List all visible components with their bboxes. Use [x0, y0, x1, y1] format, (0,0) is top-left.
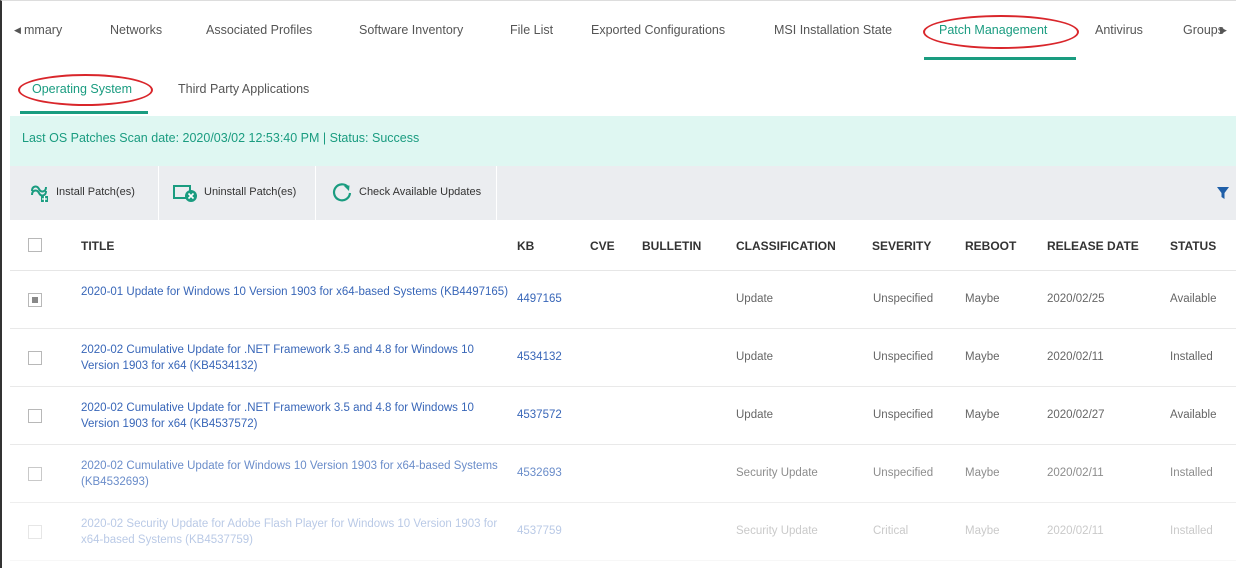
patches-table: TITLE KB CVE BULLETIN CLASSIFICATION SEV…	[10, 220, 1236, 561]
tab-antivirus[interactable]: Antivirus	[1095, 23, 1143, 37]
classification-value: Security Update	[736, 525, 818, 537]
column-reboot[interactable]: REBOOT	[965, 239, 1016, 253]
patch-title-link[interactable]: 2020-01 Update for Windows 10 Version 19…	[81, 284, 511, 300]
tab-associated-profiles[interactable]: Associated Profiles	[206, 23, 312, 37]
table-row[interactable]: 2020-02 Cumulative Update for .NET Frame…	[10, 329, 1236, 387]
severity-value: Unspecified	[873, 467, 934, 479]
patch-toolbar: Install Patch(es) Uninstall Patch(es) Ch…	[10, 166, 1236, 220]
table-row[interactable]: 2020-02 Cumulative Update for .NET Frame…	[10, 387, 1236, 445]
table-header: TITLE KB CVE BULLETIN CLASSIFICATION SEV…	[10, 220, 1236, 271]
row-checkbox[interactable]	[28, 351, 42, 365]
kb-link[interactable]: 4537572	[517, 409, 562, 421]
check-available-updates-label: Check Available Updates	[359, 186, 482, 198]
toolbar-divider	[496, 166, 497, 220]
release-date-value: 2020/02/11	[1047, 351, 1104, 363]
patch-title-link[interactable]: 2020-02 Security Update for Adobe Flash …	[81, 516, 511, 548]
table-row[interactable]: 2020-01 Update for Windows 10 Version 19…	[10, 271, 1236, 329]
release-date-value: 2020/02/27	[1047, 409, 1105, 421]
scan-status-banner: Last OS Patches Scan date: 2020/03/02 12…	[10, 116, 1236, 166]
classification-value: Update	[736, 293, 774, 305]
release-date-value: 2020/02/25	[1047, 293, 1105, 305]
tab-summary[interactable]: mmary	[24, 23, 62, 37]
release-date-value: 2020/02/11	[1047, 525, 1104, 537]
install-patches-label: Install Patch(es)	[56, 186, 135, 198]
severity-value: Critical	[873, 525, 909, 537]
select-all-checkbox[interactable]	[28, 238, 42, 252]
column-severity[interactable]: SEVERITY	[872, 239, 931, 253]
tab-exported-configurations[interactable]: Exported Configurations	[591, 23, 725, 37]
release-date-value: 2020/02/11	[1047, 467, 1104, 479]
highlight-circle-patch-management	[923, 15, 1079, 49]
filter-icon[interactable]	[1216, 186, 1230, 200]
reboot-value: Maybe	[965, 293, 1000, 305]
kb-link[interactable]: 4497165	[517, 293, 562, 305]
active-subtab-indicator	[20, 111, 148, 114]
active-tab-indicator	[924, 57, 1076, 60]
tab-networks[interactable]: Networks	[110, 23, 162, 37]
column-cve[interactable]: CVE	[590, 239, 615, 253]
tab-software-inventory[interactable]: Software Inventory	[359, 23, 463, 37]
status-value: Installed	[1170, 467, 1213, 479]
uninstall-patch-icon	[173, 185, 197, 202]
column-bulletin[interactable]: BULLETIN	[642, 239, 701, 253]
column-status[interactable]: STATUS	[1170, 239, 1216, 253]
device-details-panel: ◀ mmary Networks Associated Profiles Sof…	[0, 0, 1236, 568]
scroll-right-icon[interactable]: ▶	[1220, 25, 1230, 39]
classification-value: Security Update	[736, 467, 818, 479]
status-value: Installed	[1170, 351, 1213, 363]
column-release-date[interactable]: RELEASE DATE	[1047, 239, 1139, 253]
reboot-value: Maybe	[965, 351, 1000, 363]
subtab-third-party-applications[interactable]: Third Party Applications	[178, 82, 309, 96]
top-tab-bar: ◀ mmary Networks Associated Profiles Sof…	[4, 1, 1236, 61]
table-row[interactable]: 2020-02 Security Update for Adobe Flash …	[10, 503, 1236, 561]
row-checkbox[interactable]	[28, 293, 42, 307]
uninstall-patches-button[interactable]: Uninstall Patch(es)	[172, 181, 296, 203]
toolbar-divider	[158, 166, 159, 220]
install-patch-icon	[31, 185, 48, 202]
row-checkbox[interactable]	[28, 525, 42, 539]
install-patches-button[interactable]: Install Patch(es)	[28, 181, 135, 203]
tab-groups[interactable]: Groups	[1183, 23, 1224, 37]
severity-value: Unspecified	[873, 351, 934, 363]
row-checkbox[interactable]	[28, 467, 42, 481]
patch-title-link[interactable]: 2020-02 Cumulative Update for .NET Frame…	[81, 342, 511, 374]
column-kb[interactable]: KB	[517, 239, 534, 253]
column-classification[interactable]: CLASSIFICATION	[736, 239, 836, 253]
severity-value: Unspecified	[873, 293, 934, 305]
classification-value: Update	[736, 409, 774, 421]
reboot-value: Maybe	[965, 525, 1000, 537]
column-title[interactable]: TITLE	[81, 239, 114, 253]
tab-msi-installation-state[interactable]: MSI Installation State	[774, 23, 892, 37]
highlight-circle-operating-system	[18, 74, 153, 106]
tab-file-list[interactable]: File List	[510, 23, 553, 37]
patch-title-link[interactable]: 2020-02 Cumulative Update for Windows 10…	[81, 458, 511, 490]
status-value: Installed	[1170, 525, 1213, 537]
reboot-value: Maybe	[965, 467, 1000, 479]
classification-value: Update	[736, 351, 774, 363]
patch-title-link[interactable]: 2020-02 Cumulative Update for .NET Frame…	[81, 400, 511, 432]
severity-value: Unspecified	[873, 409, 934, 421]
uninstall-patches-label: Uninstall Patch(es)	[204, 186, 297, 198]
toolbar-divider	[315, 166, 316, 220]
sub-tab-bar: Operating System Third Party Application…	[4, 61, 1236, 116]
status-value: Available	[1170, 409, 1217, 421]
table-row[interactable]: 2020-02 Cumulative Update for Windows 10…	[10, 445, 1236, 503]
row-checkbox[interactable]	[28, 409, 42, 423]
reboot-value: Maybe	[965, 409, 1000, 421]
check-available-updates-button[interactable]: Check Available Updates	[331, 181, 481, 203]
status-value: Available	[1170, 293, 1217, 305]
kb-link[interactable]: 4534132	[517, 351, 562, 363]
scroll-left-icon[interactable]: ◀	[14, 25, 24, 39]
refresh-icon	[332, 183, 352, 202]
kb-link[interactable]: 4532693	[517, 467, 562, 479]
kb-link[interactable]: 4537759	[517, 525, 562, 537]
